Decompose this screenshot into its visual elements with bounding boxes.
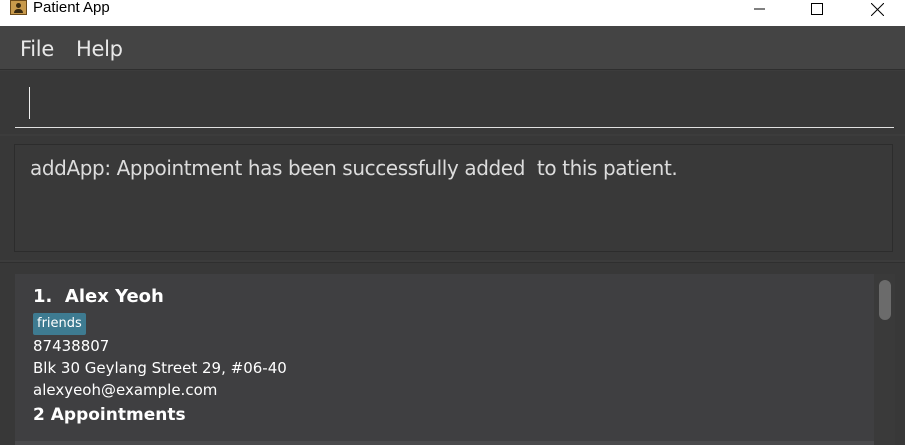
close-icon xyxy=(870,2,884,16)
patient-tag: friends xyxy=(33,313,86,335)
patient-appointments: 2 Appointments xyxy=(33,405,186,425)
next-card-edge xyxy=(15,441,874,445)
patient-address: Blk 30 Geylang Street 29, #06-40 xyxy=(33,359,287,377)
menu-help[interactable]: Help xyxy=(76,37,123,61)
text-caret xyxy=(29,87,30,119)
maximize-button[interactable] xyxy=(794,0,840,18)
window-title: Patient App xyxy=(33,0,110,16)
minimize-icon xyxy=(754,8,765,10)
patient-name: 1. Alex Yeoh xyxy=(33,286,164,307)
maximize-icon xyxy=(811,3,823,15)
close-button[interactable] xyxy=(854,0,900,18)
menu-bar: File Help xyxy=(0,26,905,70)
user-contact-icon xyxy=(10,0,27,15)
menu-file[interactable]: File xyxy=(20,37,54,61)
result-message: addApp: Appointment has been successfull… xyxy=(30,156,678,180)
patient-phone: 87438807 xyxy=(33,337,110,355)
title-bar: Patient App xyxy=(0,0,905,26)
command-input[interactable] xyxy=(15,78,894,128)
minimize-button[interactable] xyxy=(737,0,783,18)
scrollbar-thumb[interactable] xyxy=(879,280,891,320)
patient-email: alexyeoh@example.com xyxy=(33,381,218,399)
